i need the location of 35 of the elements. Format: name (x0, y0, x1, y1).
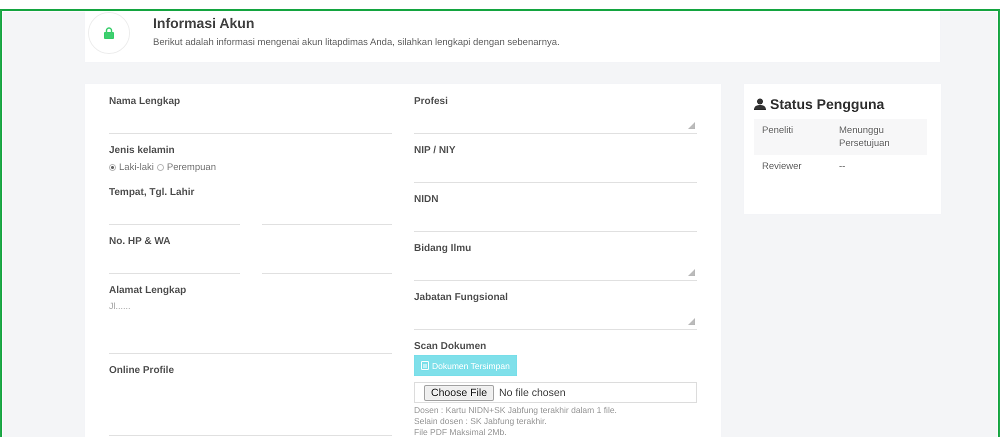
field-label: Jenis kelamin (109, 144, 176, 158)
table-cell: Peneliti (754, 119, 831, 155)
page-title: Informasi Akun (153, 15, 256, 31)
help-text: Selain dosen : SK Jabfung terakhir. (414, 416, 548, 427)
radio-button[interactable] (109, 164, 116, 170)
help-text: File PDF Maksimal 2Mb. (414, 427, 508, 437)
field-label: NIDN (414, 193, 440, 207)
table-cell: -- (831, 155, 927, 178)
choose-file-button[interactable]: Choose File (424, 384, 494, 400)
dropdown-corner-icon (688, 122, 695, 129)
lock-icon (104, 26, 114, 38)
radio-label: Laki-laki (119, 162, 154, 172)
field-label: Bidang Ilmu (414, 242, 472, 256)
field-label: Profesi (414, 95, 449, 109)
document-icon (421, 361, 429, 370)
table-cell: Menunggu Persetujuan (831, 119, 927, 155)
radio-label: Perempuan (166, 162, 216, 172)
field-label: No. HP & WA (109, 235, 172, 249)
user-icon (754, 98, 766, 110)
field-label: Jabatan Fungsional (414, 291, 509, 305)
field-label: Online Profile (109, 364, 176, 378)
field-label: NIP / NIY (414, 144, 456, 158)
field-label: Alamat Lengkap (109, 284, 188, 298)
dropdown-corner-icon (688, 269, 695, 276)
field-label: Nama Lengkap (109, 95, 182, 109)
dropdown-corner-icon (688, 318, 695, 325)
table-cell: Reviewer (754, 155, 831, 178)
file-status: No file chosen (499, 386, 566, 398)
status-title: Status Pengguna (770, 96, 884, 112)
help-text: Dosen : Kartu NIDN+SK Jabfung terakhir dalam 1 file. (414, 405, 618, 416)
radio-button[interactable] (156, 164, 164, 170)
field-label: Tempat, Tgl. Lahir (109, 186, 196, 200)
page-subtitle: Berikut adalah informasi mengenai akun litapdimas Anda, silahkan lengkapi dengan sebenarnya. (153, 37, 560, 48)
file-input[interactable]: Choose File No file chosen (414, 382, 697, 403)
field-label: Scan Dokumen (414, 340, 488, 354)
